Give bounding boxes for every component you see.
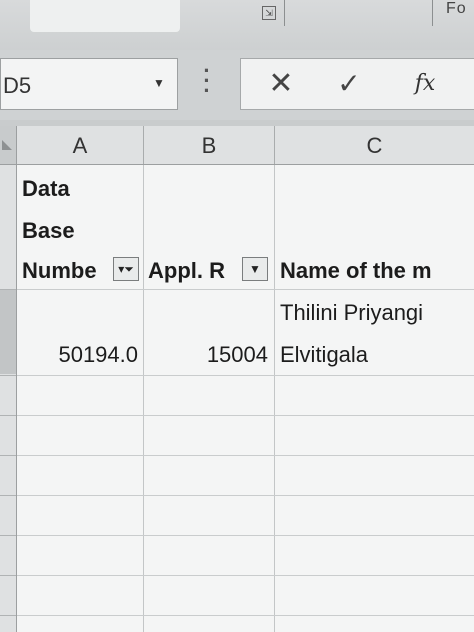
row-gridline: [17, 495, 474, 496]
column-header-a[interactable]: A: [17, 126, 144, 164]
cancel-icon[interactable]: ✕: [265, 69, 297, 99]
dialog-launcher-icon[interactable]: ⇲: [262, 6, 276, 20]
ribbon-group-area: [30, 0, 180, 32]
row-gridline: [17, 289, 474, 290]
enter-icon[interactable]: ✓: [333, 69, 365, 99]
row-gridline: [17, 415, 474, 416]
name-box-value: D5: [3, 73, 32, 98]
header-cell-b[interactable]: Appl. R: [148, 258, 240, 284]
name-box[interactable]: D5 ▼: [0, 58, 178, 110]
row-divider: [0, 289, 16, 290]
column-header-b[interactable]: B: [144, 126, 275, 164]
row-gridline: [17, 455, 474, 456]
column-gridline: [143, 165, 144, 632]
spreadsheet-grid[interactable]: A B C Data Base Numbe ▾⏷ Appl. R ▼ Name …: [0, 126, 474, 632]
cell-c-line-1[interactable]: Thilini Priyangi: [280, 300, 474, 326]
row-gridline: [17, 375, 474, 376]
formula-input[interactable]: ✕ ✓ fx: [240, 58, 474, 110]
row-header-column[interactable]: [0, 165, 17, 632]
row-gridline: [17, 575, 474, 576]
filter-dropdown-icon[interactable]: ▼: [242, 257, 268, 281]
row-divider: [0, 575, 16, 576]
row-gridline: [17, 535, 474, 536]
filter-active-icon[interactable]: ▾⏷: [113, 257, 139, 281]
insert-function-icon[interactable]: fx: [409, 69, 441, 99]
cell-c-line-2[interactable]: Elvitigala: [280, 342, 474, 368]
ribbon-strip: ⇲ Fo: [0, 0, 474, 50]
formula-bar: D5 ▼ · · · ✕ ✓ fx: [0, 50, 474, 120]
select-all-icon: [2, 140, 12, 150]
cell-b-value[interactable]: 15004: [148, 342, 268, 368]
row-divider: [0, 495, 16, 496]
header-cell-c[interactable]: Name of the m: [280, 258, 474, 284]
row-divider: [0, 535, 16, 536]
row-divider: [0, 415, 16, 416]
header-cell-a-line-1[interactable]: Data: [22, 176, 70, 202]
chevron-down-icon[interactable]: ▼: [151, 73, 167, 93]
column-gridline: [274, 165, 275, 632]
header-cell-a-line-2[interactable]: Base: [22, 218, 75, 244]
row-divider: [0, 375, 16, 376]
column-header-c[interactable]: C: [275, 126, 474, 164]
header-cell-a-line-3[interactable]: Numbe: [22, 258, 118, 284]
ribbon-tab-label[interactable]: Fo: [446, 0, 467, 18]
select-all-button[interactable]: [0, 126, 17, 164]
ribbon-separator: [432, 0, 433, 26]
row-gridline: [17, 615, 474, 616]
cell-a-value[interactable]: 50194.0: [20, 342, 138, 368]
more-options-icon[interactable]: · · ·: [200, 60, 214, 102]
column-header-row: A B C: [0, 126, 474, 165]
row-divider: [0, 615, 16, 616]
selected-row-header[interactable]: [0, 290, 16, 374]
ribbon-separator: [284, 0, 285, 26]
row-divider: [0, 455, 16, 456]
